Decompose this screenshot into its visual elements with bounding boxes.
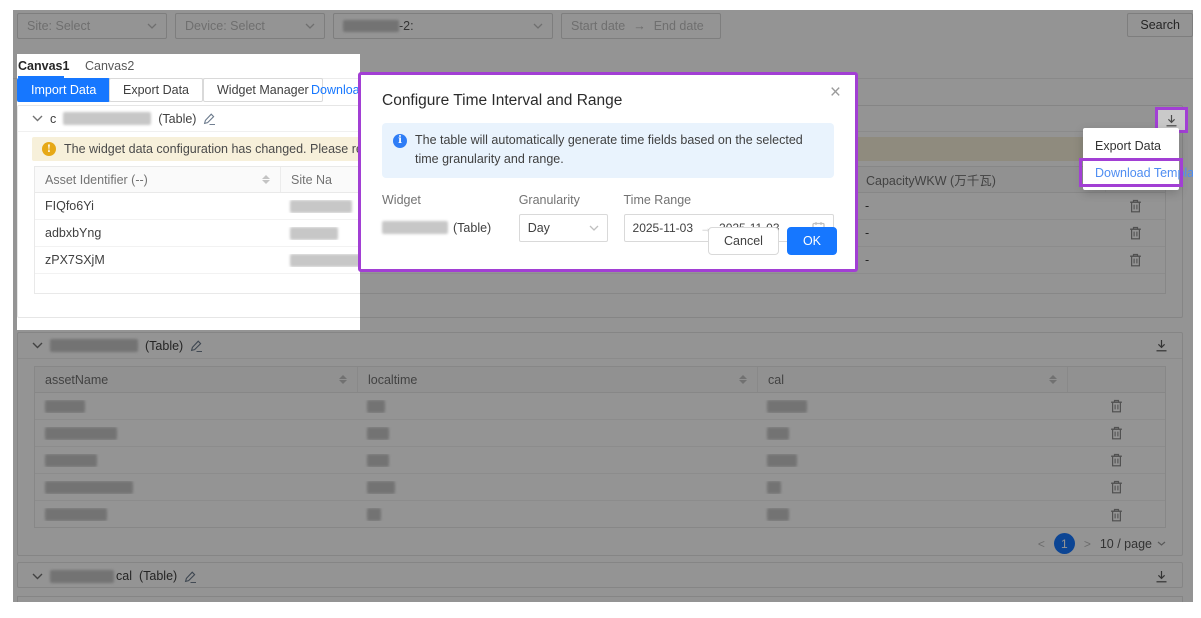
edit-pencil-icon[interactable] — [203, 112, 216, 125]
section1-title-type: (Table) — [158, 112, 196, 126]
section1-title-prefix: c — [50, 112, 56, 126]
download-icon[interactable] — [1165, 114, 1178, 127]
tab-canvas1[interactable]: Canvas1 — [18, 56, 69, 76]
tab-canvas2[interactable]: Canvas2 — [85, 56, 134, 76]
info-icon: i — [393, 134, 407, 148]
widget-manager-button[interactable]: Widget Manager — [203, 78, 323, 102]
modal-mask — [13, 330, 1193, 602]
modal-footer: Cancel OK — [708, 227, 837, 255]
export-data-button[interactable]: Export Data — [109, 78, 203, 102]
asset-id-cell: adbxbYng — [35, 226, 280, 240]
menu-item-export-data[interactable]: Export Data — [1083, 132, 1179, 159]
modal-mask — [13, 10, 1193, 54]
modal-info-text: The table will automatically generate ti… — [415, 131, 823, 170]
close-icon[interactable]: × — [830, 83, 841, 102]
widget-label: Widget — [382, 193, 503, 207]
col-asset-identifier[interactable]: Asset Identifier (--) — [35, 167, 280, 192]
granularity-select[interactable]: Day — [519, 214, 608, 242]
cancel-button[interactable]: Cancel — [708, 227, 779, 255]
widget-field: Widget (Table) — [382, 193, 503, 242]
granularity-field: Granularity Day — [519, 193, 608, 242]
modal-mask — [13, 54, 17, 330]
download-dropdown-menu: Export Data Download Template — [1083, 128, 1179, 190]
modal-info-alert: i The table will automatically generate … — [382, 123, 834, 178]
widget-value-type: (Table) — [453, 221, 491, 235]
sort-icon[interactable] — [262, 175, 270, 184]
warning-icon: ! — [42, 142, 56, 156]
app-window: Site: Select Device: Select -2: Start da… — [13, 10, 1193, 602]
ok-button[interactable]: OK — [787, 227, 837, 255]
granularity-label: Granularity — [519, 193, 608, 207]
collapse-chevron-icon[interactable] — [32, 115, 43, 122]
menu-item-download-template[interactable]: Download Template — [1083, 159, 1179, 186]
modal-title: Configure Time Interval and Range — [382, 92, 834, 110]
chevron-down-icon — [589, 225, 599, 231]
granularity-value: Day — [528, 221, 550, 235]
asset-id-cell: zPX7SXjM — [35, 253, 280, 267]
configure-time-modal: Configure Time Interval and Range × i Th… — [358, 72, 858, 272]
import-data-button[interactable]: Import Data — [17, 78, 110, 102]
redacted-title — [63, 112, 151, 125]
redacted-widget-name — [382, 221, 448, 234]
time-range-label: Time Range — [624, 193, 834, 207]
asset-id-cell: FIQfo6Yi — [35, 199, 280, 213]
time-range-start: 2025-11-03 — [633, 221, 694, 235]
